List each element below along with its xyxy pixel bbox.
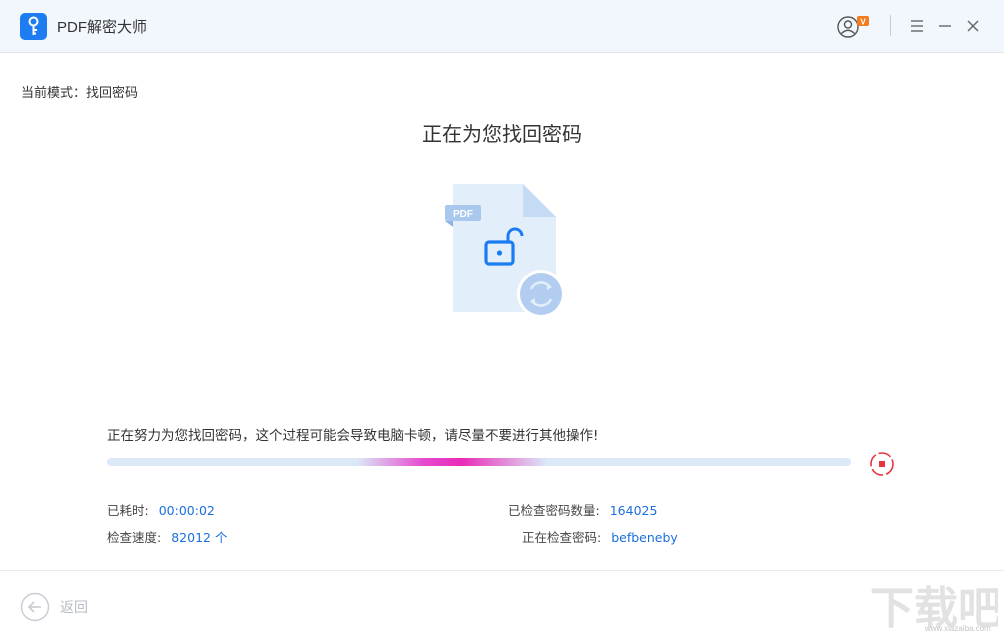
checked-count-stat: 已检查密码数量: 164025: [508, 500, 657, 519]
current-password-value: befbeneby: [611, 530, 678, 545]
page-title: 正在为您找回密码: [422, 122, 582, 146]
app-key-icon: [20, 13, 47, 40]
speed-value: 82012 个: [171, 530, 228, 545]
back-button[interactable]: 返回: [20, 592, 88, 622]
refresh-icon: [517, 270, 565, 318]
window-title: PDF解密大师: [57, 19, 148, 36]
menu-icon[interactable]: [906, 15, 928, 37]
speed-label: 检查速度:: [107, 530, 162, 545]
pdf-badge-text: PDF: [453, 209, 473, 220]
checked-count-value: 164025: [609, 503, 658, 518]
current-password-label: 正在检查密码:: [522, 530, 602, 545]
back-label: 返回: [60, 600, 88, 616]
title-separator: [890, 15, 891, 36]
current-password-stat: 正在检查密码: befbeneby: [522, 527, 678, 546]
title-bar: PDF解密大师 V: [0, 0, 1004, 53]
checked-count-label: 已检查密码数量:: [508, 503, 600, 518]
check-speed-stat: 检查速度: 82012 个: [107, 527, 227, 546]
watermark-url: www.xiazaiba.com: [925, 624, 991, 633]
footer-bar: 返回 下载吧: [0, 570, 1004, 638]
current-mode-label: 当前模式：找回密码: [21, 86, 139, 101]
stop-button[interactable]: [868, 450, 896, 478]
vip-badge: V: [860, 18, 866, 27]
elapsed-time-stat: 已耗时: 00:00:02: [107, 500, 215, 519]
progress-indicator: [357, 458, 547, 466]
elapsed-value: 00:00:02: [158, 503, 215, 518]
pdf-unlock-illustration: PDF: [440, 180, 572, 320]
progress-notice: 正在努力为您找回密码，这个过程可能会导致电脑卡顿，请尽量不要进行其他操作!: [107, 428, 599, 444]
progress-bar: [107, 458, 851, 466]
close-icon[interactable]: [962, 15, 984, 37]
elapsed-label: 已耗时:: [107, 503, 149, 518]
user-account-icon[interactable]: V: [836, 14, 872, 40]
back-arrow-icon: [20, 592, 50, 622]
minimize-icon[interactable]: [934, 15, 956, 37]
